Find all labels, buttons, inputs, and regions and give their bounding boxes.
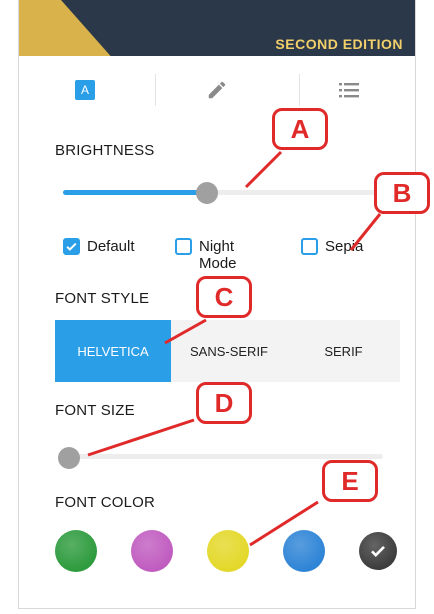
sepia-mode-label: Sepia	[325, 238, 364, 255]
brightness-label: BRIGHTNESS	[55, 142, 155, 159]
color-swatch-green[interactable]	[55, 530, 97, 572]
callout-a: A	[272, 108, 328, 150]
font-size-slider-track[interactable]	[63, 454, 383, 459]
default-checkbox[interactable]	[63, 238, 80, 255]
brightness-slider-fill	[63, 190, 207, 195]
font-style-selector: HELVETICA SANS-SERIF SERIF	[55, 320, 400, 382]
callout-b: B	[374, 172, 430, 214]
font-option-serif[interactable]: SERIF	[287, 320, 400, 382]
list-icon	[339, 83, 359, 98]
default-mode-option[interactable]: Default	[63, 238, 135, 255]
settings-tabs: A	[19, 70, 415, 110]
callout-e: E	[322, 460, 378, 502]
tab-contents[interactable]	[283, 70, 415, 110]
font-size-label: FONT SIZE	[55, 402, 135, 419]
color-swatch-blue[interactable]	[283, 530, 325, 572]
book-cover-strip: SECOND EDITION	[19, 0, 415, 56]
color-swatch-black[interactable]	[359, 532, 397, 570]
font-option-sans-serif[interactable]: SANS-SERIF	[171, 320, 287, 382]
pencil-icon	[208, 81, 226, 99]
brightness-slider-thumb[interactable]	[196, 182, 218, 204]
font-option-helvetica[interactable]: HELVETICA	[55, 320, 171, 382]
tab-annotate[interactable]	[151, 70, 283, 110]
checkmark-icon	[371, 545, 385, 557]
tab-text-settings[interactable]: A	[19, 70, 151, 110]
edition-text: SECOND EDITION	[275, 36, 403, 52]
checkmark-icon	[66, 242, 77, 251]
text-format-icon: A	[75, 80, 95, 100]
callout-c: C	[196, 276, 252, 318]
sepia-mode-option[interactable]: Sepia	[301, 238, 363, 255]
night-mode-checkbox[interactable]	[175, 238, 192, 255]
night-mode-label: Night Mode	[199, 238, 237, 272]
color-swatch-purple[interactable]	[131, 530, 173, 572]
color-swatch-yellow[interactable]	[207, 530, 249, 572]
callout-d: D	[196, 382, 252, 424]
font-size-slider-thumb[interactable]	[58, 447, 80, 469]
sepia-checkbox[interactable]	[301, 238, 318, 255]
night-mode-option[interactable]: Night Mode	[175, 238, 249, 272]
font-color-label: FONT COLOR	[55, 494, 156, 511]
default-mode-label: Default	[87, 238, 135, 255]
font-style-label: FONT STYLE	[55, 290, 150, 307]
